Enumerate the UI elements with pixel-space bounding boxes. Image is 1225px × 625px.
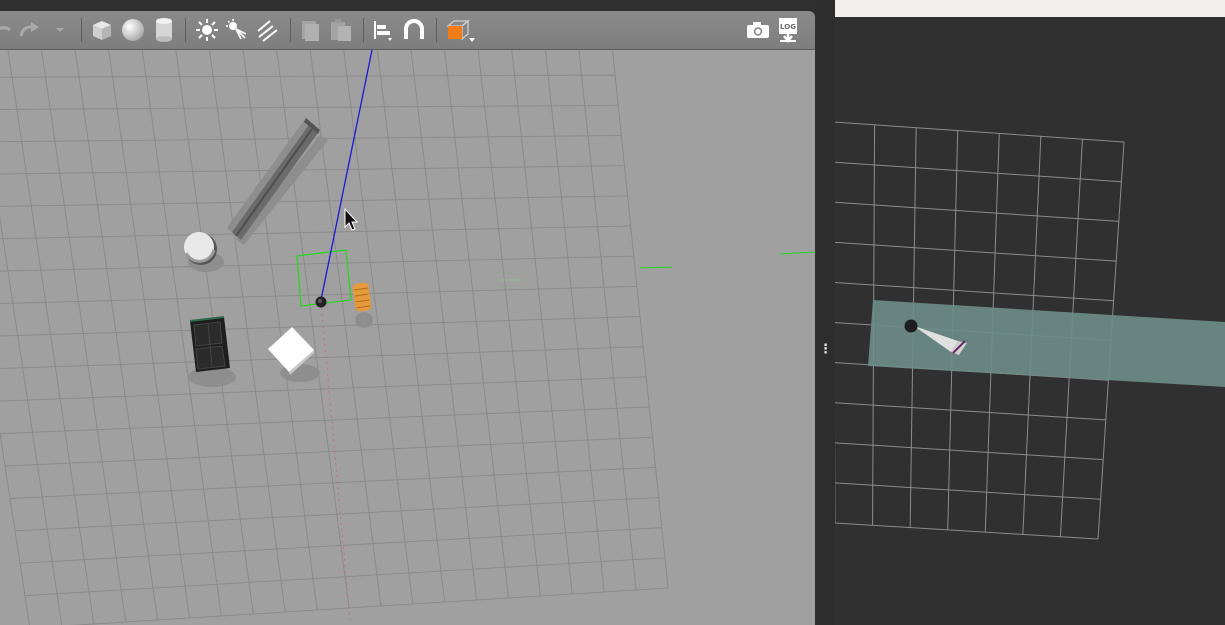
- toolbar-separator: [290, 18, 291, 42]
- toolbar-separator: [363, 18, 364, 42]
- magnet-icon: [404, 19, 424, 39]
- map-robot-marker: [904, 319, 918, 333]
- window-top-edge: [0, 0, 816, 11]
- ground-grid-line: [24, 557, 665, 597]
- ground-grid: [0, 50, 669, 625]
- map-grid-line: [835, 161, 1122, 183]
- map-grid-line: [835, 281, 1114, 302]
- view-cube-icon: [446, 19, 475, 42]
- cylinder-shape-button[interactable]: [151, 11, 177, 49]
- box-icon: [93, 21, 111, 40]
- chevron-down-icon: [56, 28, 64, 32]
- box-shape-button[interactable]: [89, 11, 115, 49]
- green-link-line: [639, 266, 673, 269]
- redo-button[interactable]: [16, 11, 44, 49]
- directional-light-icon: [257, 20, 278, 42]
- gazebo-window: LOG: [0, 0, 816, 625]
- ground-grid-line: [0, 74, 616, 78]
- ground-grid-line: [410, 50, 478, 601]
- toolbar-separator: [436, 18, 437, 42]
- ground-grid-line: [0, 215, 63, 625]
- map-grid-line: [835, 201, 1119, 222]
- scene-viewport[interactable]: [0, 50, 815, 625]
- sphere-icon: [122, 19, 144, 41]
- align-icon: [374, 21, 392, 41]
- map-grid-line: [835, 241, 1117, 262]
- ground-grid-line: [511, 50, 573, 595]
- map-canvas: [835, 121, 1225, 540]
- directional-light-button[interactable]: [254, 11, 280, 49]
- panel-splitter[interactable]: ⋮: [816, 0, 835, 625]
- ground-grid-line: [376, 50, 446, 603]
- ground-grid-line: [9, 466, 656, 499]
- ground-grid-line: [612, 50, 669, 589]
- ground-grid-line: [41, 50, 127, 623]
- map-grid-line: [835, 442, 1104, 461]
- ground-grid-line: [0, 406, 650, 435]
- ground-grid-line: [0, 316, 641, 337]
- laser-scan-band: [868, 300, 1225, 387]
- ground-grid-line: [0, 104, 619, 110]
- ground-grid-line: [14, 497, 659, 532]
- rviz-map-view[interactable]: [835, 17, 1225, 625]
- ground-grid-line: [0, 165, 625, 175]
- ground-grid-line: [0, 255, 634, 272]
- map-grid-line: [835, 121, 1125, 143]
- rviz-window-top-edge: [835, 0, 1225, 17]
- spot-light-icon: [226, 19, 247, 40]
- undo-button[interactable]: [0, 11, 12, 49]
- main-toolbar: LOG: [0, 11, 815, 50]
- toolbar-separator: [81, 18, 82, 42]
- robot-model[interactable]: [315, 296, 327, 308]
- undo-icon: [0, 26, 11, 32]
- x-axis-line: [320, 301, 351, 621]
- ground-grid-line: [309, 50, 382, 607]
- ground-grid-line: [444, 50, 509, 599]
- redo-icon: [19, 22, 39, 37]
- ground-grid-line: [578, 50, 637, 591]
- snap-button[interactable]: [401, 11, 427, 49]
- barrel-model[interactable]: [352, 282, 372, 312]
- ground-grid-line: [343, 50, 414, 605]
- log-button[interactable]: LOG: [776, 11, 802, 49]
- align-button[interactable]: [370, 11, 398, 49]
- ground-grid-line: [7, 50, 95, 625]
- ground-grid-line: [4, 436, 653, 467]
- log-icon: LOG: [779, 18, 797, 43]
- point-light-button[interactable]: [194, 11, 220, 49]
- splitter-handle-icon: ⋮: [819, 342, 832, 357]
- ground-grid-line: [544, 50, 605, 593]
- ground-grid-line: [74, 50, 159, 621]
- svg-text:LOG: LOG: [780, 23, 796, 31]
- cylinder-icon: [156, 18, 172, 42]
- ground-grid-line: [108, 50, 190, 619]
- map-grid-line: [835, 402, 1106, 421]
- redo-history-dropdown[interactable]: [53, 11, 67, 49]
- barrel-shadow: [355, 312, 373, 328]
- mouse-cursor-icon: [344, 207, 359, 231]
- camera-icon: [747, 22, 769, 38]
- point-light-icon: [196, 19, 218, 41]
- paste-button[interactable]: [327, 11, 355, 49]
- spot-light-button[interactable]: [224, 11, 250, 49]
- map-grid-line: [835, 522, 1099, 540]
- toolbar-separator: [185, 18, 186, 42]
- ground-grid-line: [0, 195, 628, 207]
- scene-canvas: [0, 50, 815, 625]
- map-grid-line: [835, 482, 1101, 500]
- beam-model[interactable]: [227, 118, 320, 240]
- green-link-line: [779, 251, 815, 255]
- sphere-shape-button[interactable]: [120, 11, 146, 49]
- cabinet-model[interactable]: [189, 316, 230, 372]
- screenshot-button[interactable]: [744, 11, 772, 49]
- view-angle-button[interactable]: [442, 11, 476, 49]
- paste-icon: [331, 19, 351, 41]
- ground-grid-line: [0, 430, 31, 625]
- ground-grid-line: [0, 225, 631, 240]
- copy-button[interactable]: [297, 11, 323, 49]
- copy-icon: [302, 21, 319, 41]
- ground-grid-line: [19, 527, 662, 564]
- ground-grid-line: [477, 50, 541, 597]
